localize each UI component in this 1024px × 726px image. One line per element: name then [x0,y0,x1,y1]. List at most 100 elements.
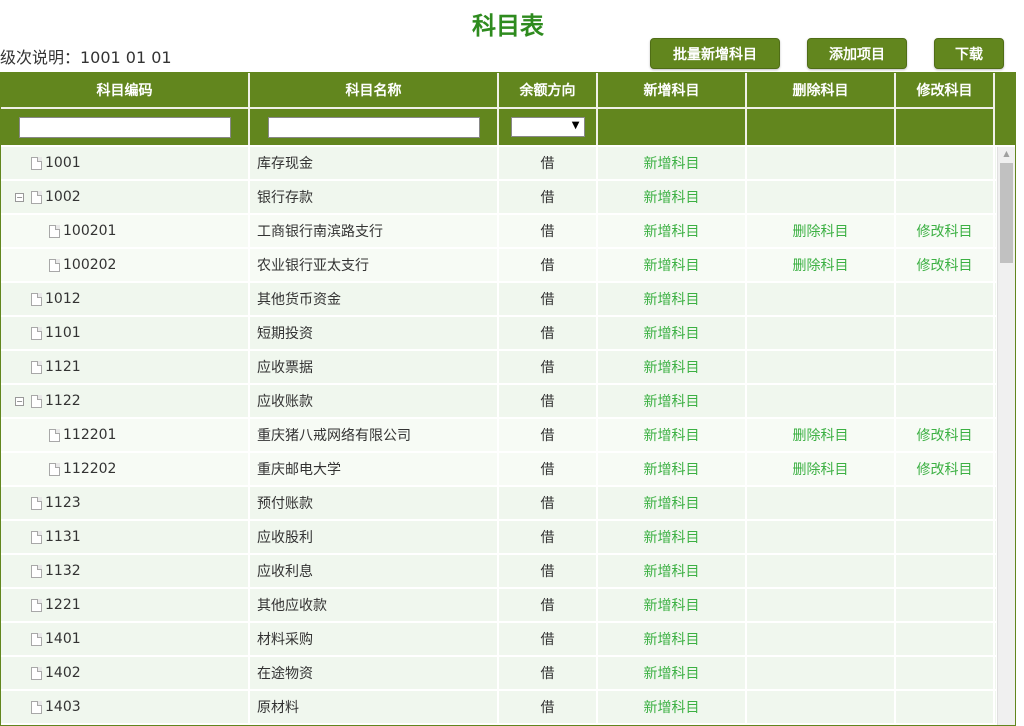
empty-cell [747,487,896,519]
scrollbar-thumb[interactable] [1000,163,1013,263]
delete-subject-link[interactable]: 删除科目 [747,249,896,281]
add-subject-link[interactable]: 新增科目 [598,147,747,179]
empty-cell [896,385,995,417]
document-icon [31,156,42,170]
document-icon [49,462,60,476]
direction-filter-select[interactable]: ▼ [510,117,585,137]
add-subject-link[interactable]: 新增科目 [598,453,747,485]
subject-name: 重庆猪八戒网络有限公司 [250,419,499,451]
subject-name: 其他货币资金 [250,283,499,315]
add-subject-link[interactable]: 新增科目 [598,351,747,383]
table-row[interactable]: 1131 应收股利借新增科目 [1,521,996,555]
download-button[interactable]: 下载 [934,38,1004,69]
table-row[interactable]: 1101 短期投资借新增科目 [1,317,996,351]
subject-code: 1012 [45,291,81,307]
collapse-toggle-icon[interactable]: − [15,192,24,202]
empty-cell [896,589,995,621]
page-title: 科目表 [472,12,544,40]
table-row[interactable]: 1121 应收票据借新增科目 [1,351,996,385]
subject-name: 在途物资 [250,657,499,689]
filter-row: ▼ [1,109,995,145]
add-subject-link[interactable]: 新增科目 [598,657,747,689]
subject-code: 1101 [45,325,81,341]
subject-code: 112202 [63,461,117,477]
subject-code-cell: − 1122 [1,385,250,417]
subject-name: 原材料 [250,691,499,723]
add-subject-link[interactable]: 新增科目 [598,623,747,655]
subject-code: 1121 [45,359,81,375]
column-header-code[interactable]: 科目编码 [1,73,250,109]
table-row[interactable]: 100202 农业银行亚太支行借新增科目 删除科目 修改科目 [1,249,996,283]
code-filter-input[interactable] [18,116,231,138]
table-row[interactable]: − 1122 应收账款借新增科目 [1,385,996,419]
balance-direction: 借 [499,249,598,281]
subject-code-cell: 100201 [1,215,250,247]
level-description: 级次说明：1001 01 01 [0,48,172,67]
vertical-scrollbar[interactable]: ▲ [997,147,1015,725]
subject-code: 1402 [45,665,81,681]
subject-code-cell: 112202 [1,453,250,485]
table-row[interactable]: 1221 其他应收款借新增科目 [1,589,996,623]
add-subject-link[interactable]: 新增科目 [598,487,747,519]
empty-cell [896,351,995,383]
table-row[interactable]: 1001 库存现金借新增科目 [1,147,996,181]
subject-code-cell: − 1002 [1,181,250,213]
delete-subject-link[interactable]: 删除科目 [747,453,896,485]
empty-cell [896,487,995,519]
table-row[interactable]: 112202 重庆邮电大学借新增科目 删除科目 修改科目 [1,453,996,487]
modify-subject-link[interactable]: 修改科目 [896,453,995,485]
subject-name: 预付账款 [250,487,499,519]
balance-direction: 借 [499,487,598,519]
column-header-modify[interactable]: 修改科目 [896,73,995,109]
collapse-toggle-icon[interactable]: − [15,396,24,406]
add-subject-link[interactable]: 新增科目 [598,691,747,723]
subject-name: 材料采购 [250,623,499,655]
subject-code-cell: 1402 [1,657,250,689]
add-subject-link[interactable]: 新增科目 [598,181,747,213]
table-row[interactable]: 1012 其他货币资金借新增科目 [1,283,996,317]
column-header-delete[interactable]: 删除科目 [747,73,896,109]
subject-code: 1122 [45,393,81,409]
modify-subject-link[interactable]: 修改科目 [896,419,995,451]
modify-subject-link[interactable]: 修改科目 [896,215,995,247]
subject-name: 银行存款 [250,181,499,213]
balance-direction: 借 [499,453,598,485]
add-project-button[interactable]: 添加项目 [807,38,907,69]
column-header-direction[interactable]: 余额方向 [499,73,598,109]
subject-code-cell: 1221 [1,589,250,621]
delete-subject-link[interactable]: 删除科目 [747,215,896,247]
table-row[interactable]: − 1002 银行存款借新增科目 [1,181,996,215]
add-subject-link[interactable]: 新增科目 [598,249,747,281]
column-header-add[interactable]: 新增科目 [598,73,747,109]
document-icon [49,224,60,238]
balance-direction: 借 [499,419,598,451]
table-row[interactable]: 1132 应收利息借新增科目 [1,555,996,589]
column-header-name[interactable]: 科目名称 [250,73,499,109]
add-subject-link[interactable]: 新增科目 [598,385,747,417]
add-subject-link[interactable]: 新增科目 [598,215,747,247]
add-subject-link[interactable]: 新增科目 [598,555,747,587]
balance-direction: 借 [499,589,598,621]
name-filter-input[interactable] [267,116,480,138]
table-row[interactable]: 1401 材料采购借新增科目 [1,623,996,657]
table-row[interactable]: 100201 工商银行南滨路支行借新增科目 删除科目 修改科目 [1,215,996,249]
batch-add-subject-button[interactable]: 批量新增科目 [650,38,780,69]
delete-subject-link[interactable]: 删除科目 [747,419,896,451]
table-row[interactable]: 1403 原材料借新增科目 [1,691,996,725]
table-row[interactable]: 1123 预付账款借新增科目 [1,487,996,521]
balance-direction: 借 [499,691,598,723]
add-subject-link[interactable]: 新增科目 [598,589,747,621]
add-subject-link[interactable]: 新增科目 [598,521,747,553]
scroll-up-arrow-icon[interactable]: ▲ [998,147,1015,161]
add-subject-link[interactable]: 新增科目 [598,283,747,315]
add-subject-link[interactable]: 新增科目 [598,419,747,451]
table-row[interactable]: 1402 在途物资借新增科目 [1,657,996,691]
balance-direction: 借 [499,181,598,213]
add-subject-link[interactable]: 新增科目 [598,317,747,349]
table-row[interactable]: 112201 重庆猪八戒网络有限公司借新增科目 删除科目 修改科目 [1,419,996,453]
modify-subject-link[interactable]: 修改科目 [896,249,995,281]
subject-code-cell: 1403 [1,691,250,723]
document-icon [31,394,42,408]
balance-direction: 借 [499,351,598,383]
empty-cell [747,589,896,621]
